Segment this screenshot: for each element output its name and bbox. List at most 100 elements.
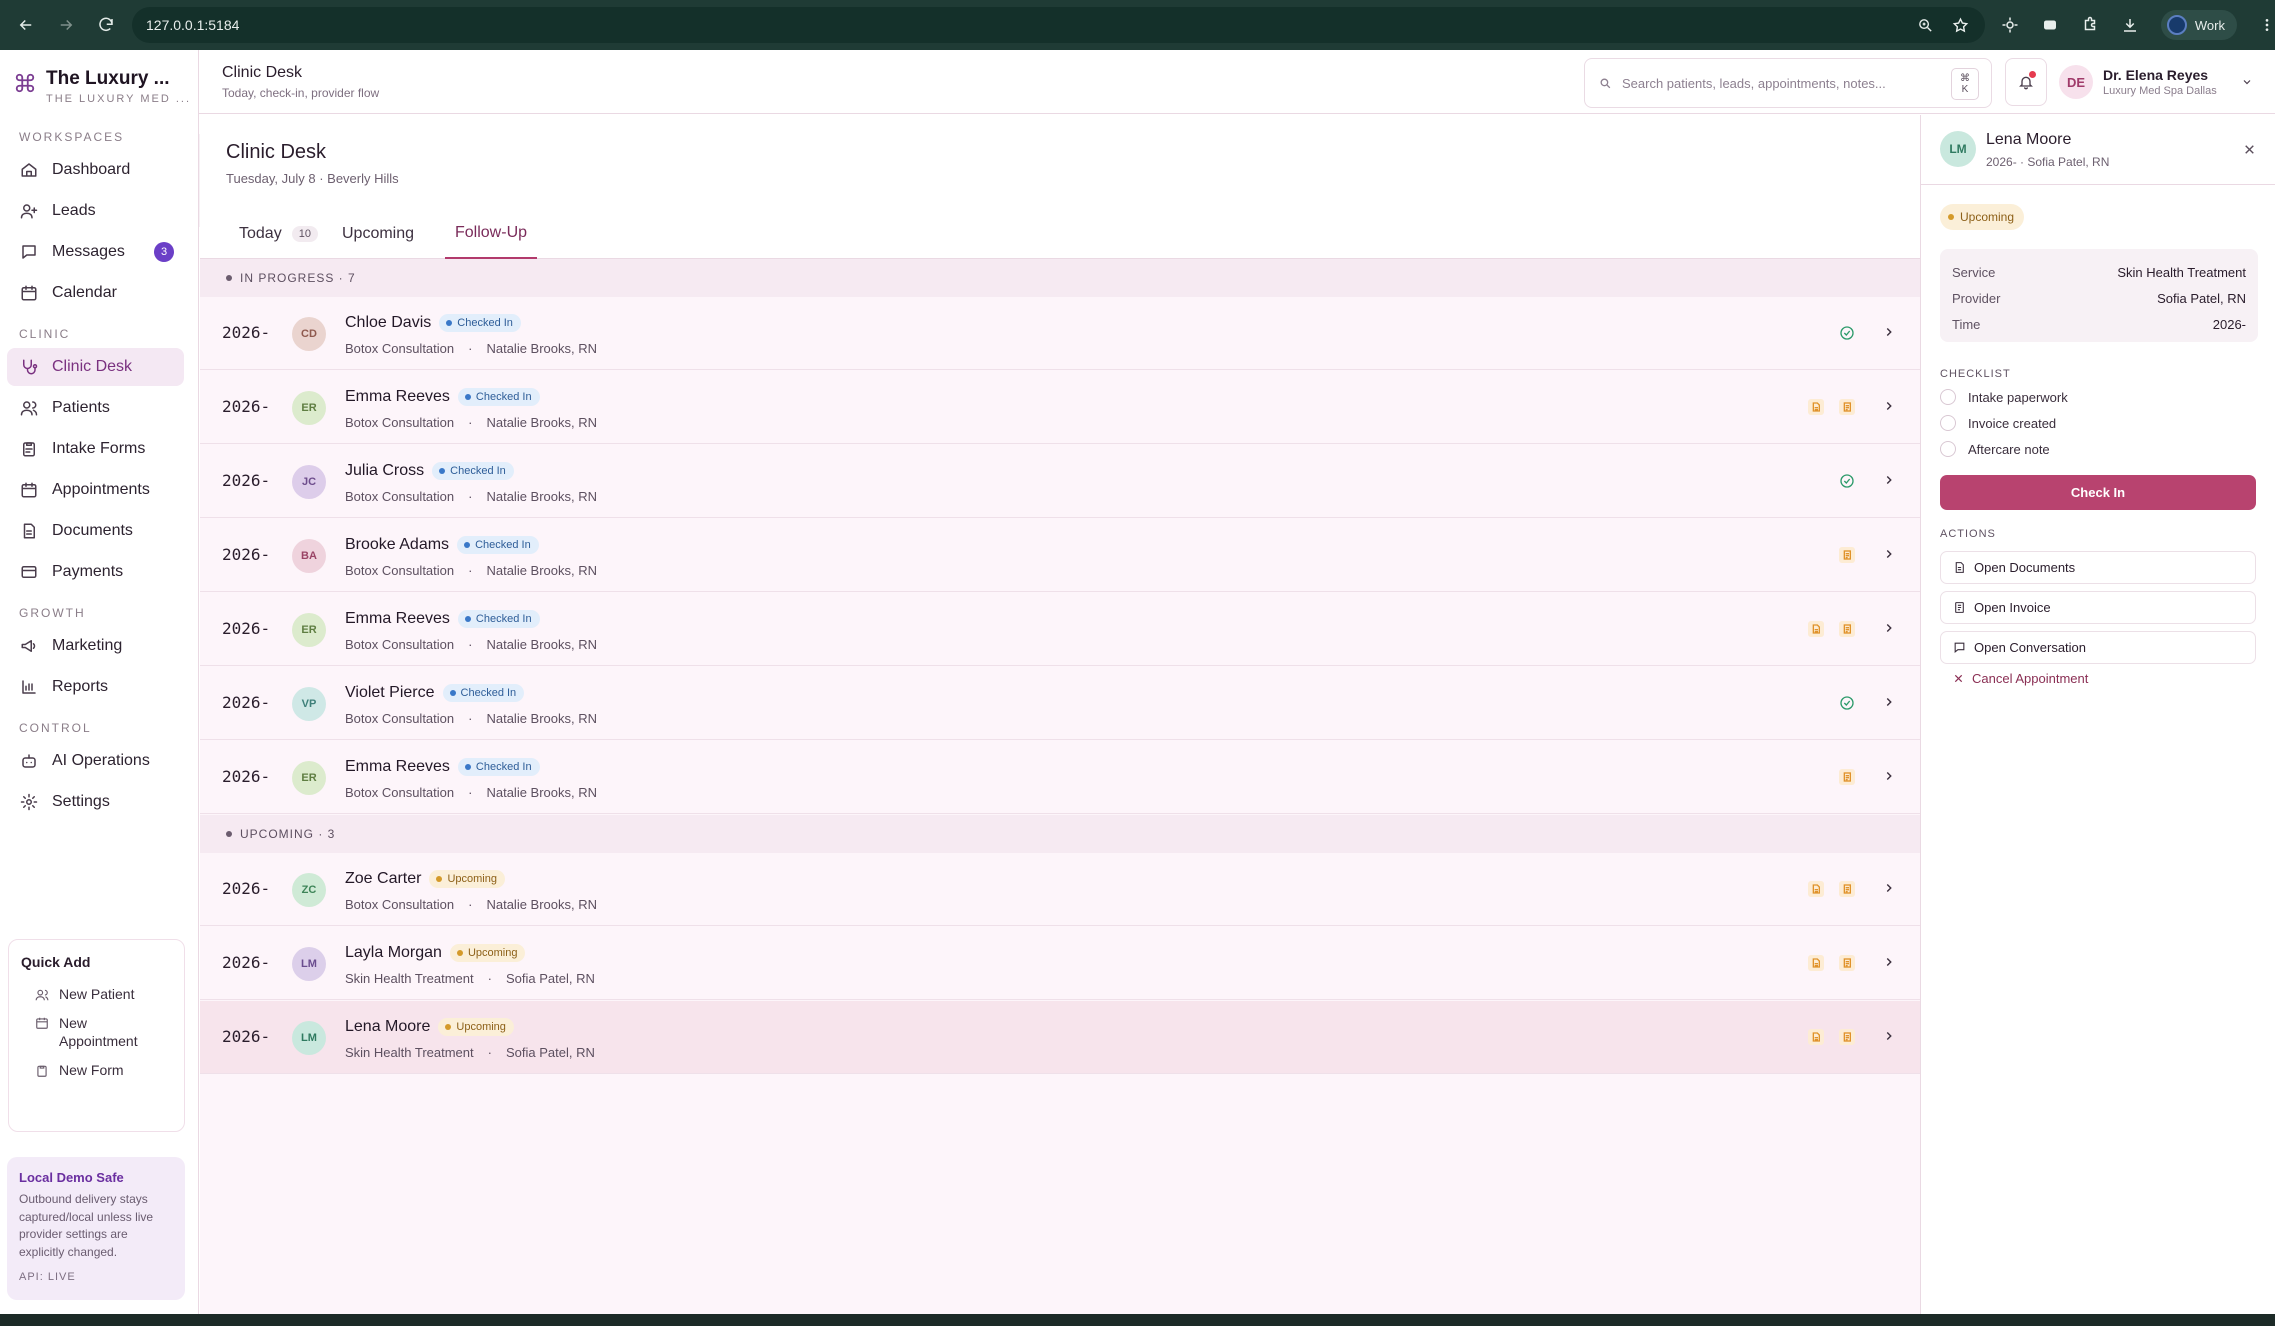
chevron-right-icon[interactable] (1882, 769, 1896, 783)
forward-icon[interactable] (46, 5, 86, 45)
tab-count: 10 (291, 226, 318, 242)
chevron-right-icon[interactable] (1882, 473, 1896, 487)
zoom-icon[interactable] (1917, 17, 1934, 34)
document-icon[interactable] (1808, 399, 1824, 415)
sidebar-item-intake-forms[interactable]: Intake Forms (7, 430, 184, 468)
provider-name: Natalie Brooks, RN (486, 711, 598, 726)
profile-label: Work (2194, 17, 2225, 33)
quick-add-new-patient[interactable]: New Patient (19, 980, 174, 1008)
search-input[interactable]: Search patients, leads, appointments, no… (1584, 58, 1992, 108)
quick-add-new-form[interactable]: New Form (19, 1056, 174, 1084)
user-menu[interactable]: DE Dr. Elena Reyes Luxury Med Spa Dallas (2059, 58, 2269, 106)
document-icon[interactable] (1808, 1029, 1824, 1045)
back-icon[interactable] (6, 5, 46, 45)
extension-icon[interactable] (2041, 16, 2059, 34)
separator-dot: · (468, 637, 473, 652)
chevron-right-icon[interactable] (1882, 695, 1896, 709)
sidebar-item-leads[interactable]: Leads (7, 192, 184, 230)
checklist-invoice-created[interactable]: Invoice created (1940, 415, 2056, 431)
open-invoice-button[interactable]: Open Invoice (1940, 591, 2256, 624)
notifications-button[interactable] (2005, 58, 2047, 106)
appointment-row[interactable]: 2026- ER Emma Reeves Checked In Botox Consul… (200, 371, 1920, 444)
reload-icon[interactable] (86, 5, 126, 45)
document-icon[interactable] (1808, 881, 1824, 897)
invoice-icon[interactable] (1839, 547, 1855, 563)
status-label: Upcoming (1960, 210, 2015, 224)
document-icon[interactable] (1808, 955, 1824, 971)
sidebar-item-settings[interactable]: Settings (7, 783, 184, 821)
appointment-row[interactable]: 2026- JC Julia Cross Checked In Botox Consul… (200, 445, 1920, 518)
document-icon[interactable] (1808, 621, 1824, 637)
tab-upcoming[interactable]: Upcoming (342, 209, 414, 259)
action-label: Open Documents (1974, 560, 2076, 575)
appointment-row[interactable]: 2026- VP Violet Pierce Checked In Botox Cons… (200, 667, 1920, 740)
invoice-icon[interactable] (1839, 769, 1855, 785)
brand[interactable]: The Luxury ... THE LUXURY MED ... (0, 50, 198, 110)
invoice-icon[interactable] (1839, 621, 1855, 637)
checkbox[interactable] (1940, 441, 1956, 457)
service-line: Botox Consultation · Natalie Brooks, RN (345, 637, 597, 652)
chevron-right-icon[interactable] (1882, 1029, 1896, 1043)
appointment-row[interactable]: 2026- BA Brooke Adams Checked In Botox Consu… (200, 519, 1920, 592)
invoice-icon[interactable] (1839, 1029, 1855, 1045)
appointment-row[interactable]: 2026- LM Lena Moore Upcoming Skin Health Tre… (200, 1001, 1920, 1074)
puzzle-icon[interactable] (2081, 16, 2099, 34)
checklist-intake-paperwork[interactable]: Intake paperwork (1940, 389, 2068, 405)
calendar-icon (35, 1016, 49, 1030)
chevron-right-icon[interactable] (1882, 881, 1896, 895)
check-in-button[interactable]: Check In (1940, 475, 2256, 510)
open-documents-button[interactable]: Open Documents (1940, 551, 2256, 584)
status-dot (439, 468, 446, 474)
chevron-right-icon[interactable] (1882, 547, 1896, 561)
sidebar-item-appointments[interactable]: Appointments (7, 471, 184, 509)
checkbox[interactable] (1940, 415, 1956, 431)
checkbox[interactable] (1940, 389, 1956, 405)
chevron-right-icon[interactable] (1882, 955, 1896, 969)
download-icon[interactable] (2121, 16, 2139, 34)
sidebar-item-messages[interactable]: Messages 3 (7, 233, 184, 271)
sidebar-item-documents[interactable]: Documents (7, 512, 184, 550)
status-dot (1948, 214, 1954, 220)
extension-icon[interactable] (2001, 16, 2019, 34)
chevron-right-icon[interactable] (1882, 399, 1896, 413)
checklist-aftercare-note[interactable]: Aftercare note (1940, 441, 2050, 457)
patient-name-text: Emma Reeves (345, 610, 450, 627)
appointment-row[interactable]: 2026- CD Chloe Davis Checked In Botox Consul… (200, 297, 1920, 370)
tab-today[interactable]: Today 10 (239, 209, 318, 259)
appointment-row[interactable]: 2026- ER Emma Reeves Checked In Botox Consul… (200, 741, 1920, 814)
close-icon[interactable] (2243, 143, 2256, 156)
sidebar-item-ai-operations[interactable]: AI Operations (7, 742, 184, 780)
users-icon (20, 399, 38, 417)
profile-button[interactable]: Work (2160, 10, 2237, 40)
menu-dots-icon[interactable] (2259, 17, 2275, 33)
chevron-right-icon[interactable] (1882, 621, 1896, 635)
sidebar-item-payments[interactable]: Payments (7, 553, 184, 591)
service-name: Botox Consultation (345, 711, 455, 726)
sidebar-item-clinic-desk[interactable]: Clinic Desk (7, 348, 184, 386)
appointment-time: 2026- (222, 323, 271, 342)
appointment-row[interactable]: 2026- ZC Zoe Carter Upcoming Botox Consultat… (200, 853, 1920, 926)
sidebar-item-patients[interactable]: Patients (7, 389, 184, 427)
address-bar[interactable]: 127.0.0.1:5184 (19, 7, 1985, 227)
appointment-row[interactable]: 2026- ER Emma Reeves Checked In Botox Consul… (200, 593, 1920, 666)
main-content: Clinic Desk Tuesday, July 8 · Beverly Hi… (200, 115, 1920, 1314)
separator-dot: · (468, 785, 473, 800)
provider-name: Natalie Brooks, RN (486, 785, 598, 800)
invoice-icon[interactable] (1839, 399, 1855, 415)
patient-name-text: Emma Reeves (345, 388, 450, 405)
cancel-appointment-button[interactable]: Cancel Appointment (1953, 671, 2088, 686)
provider-name: Natalie Brooks, RN (486, 637, 598, 652)
quick-add-new-appointment[interactable]: New Appointment (19, 1008, 174, 1056)
sidebar-item-dashboard[interactable]: Dashboard (7, 151, 184, 189)
invoice-icon[interactable] (1839, 881, 1855, 897)
bookmark-star-icon[interactable] (1952, 16, 1969, 34)
invoice-icon[interactable] (1839, 955, 1855, 971)
sidebar-item-marketing[interactable]: Marketing (7, 627, 184, 665)
sidebar-item-reports[interactable]: Reports (7, 668, 184, 706)
tab-follow-up[interactable]: Follow-Up (445, 209, 538, 259)
open-conversation-button[interactable]: Open Conversation (1940, 631, 2256, 664)
chevron-right-icon[interactable] (1882, 325, 1896, 339)
separator-dot: · (468, 563, 473, 578)
appointment-row[interactable]: 2026- LM Layla Morgan Upcoming Skin Health T… (200, 927, 1920, 1000)
sidebar-item-calendar[interactable]: Calendar (7, 274, 184, 312)
